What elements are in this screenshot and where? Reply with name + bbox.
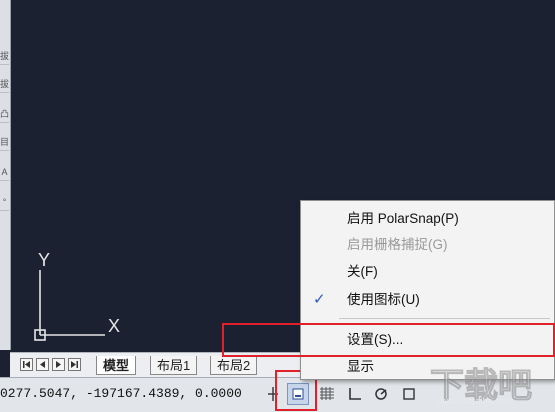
ortho-mode-button[interactable] [344, 383, 366, 405]
next-tab-button[interactable] [52, 358, 65, 371]
toolbar-button-5[interactable]: A [0, 164, 9, 181]
first-tab-button[interactable] [20, 358, 33, 371]
menu-item-enable-polarsnap[interactable]: 启用 PolarSnap(P) [301, 206, 554, 231]
toolbar-button-4[interactable]: 目 [0, 134, 9, 151]
menu-item-settings[interactable]: 设置(S)... [301, 327, 554, 352]
snap-context-menu: 启用 PolarSnap(P) 启用栅格捕捉(G) 关(F) ✓ 使用图标(U)… [300, 200, 555, 380]
first-arrow-icon [23, 361, 30, 368]
grid-icon [320, 387, 334, 400]
snap-mode-button[interactable] [287, 383, 309, 405]
toolbar-button-1[interactable]: 拔 [0, 48, 9, 65]
polar-icon [375, 388, 387, 400]
menu-item-use-icons[interactable]: ✓ 使用图标(U) [301, 287, 554, 312]
toolbar-glyph: A [1, 167, 8, 177]
polar-tracking-button[interactable] [370, 383, 392, 405]
next-arrow-icon [56, 361, 61, 368]
prev-arrow-icon [40, 361, 45, 368]
toolbar-button-3[interactable]: 凸 [0, 106, 9, 123]
toolbar-glyph: 目 [0, 137, 10, 147]
menu-separator [339, 318, 550, 319]
toolbar-glyph: 凸 [0, 109, 10, 119]
check-icon: ✓ [313, 291, 326, 308]
menu-item-display[interactable]: 显示 [301, 354, 554, 379]
crosshair-icon [268, 387, 278, 401]
toolbar-button-6[interactable]: ° [0, 194, 9, 211]
last-arrow-icon [71, 361, 78, 368]
toolbar-glyph: 拔 [0, 51, 10, 61]
status-bar: 0277.5047, -197167.4389, 0.0000 [0, 377, 555, 412]
infer-constraints-button[interactable] [262, 383, 284, 405]
snap-icon [292, 388, 304, 400]
grid-display-button[interactable] [316, 383, 338, 405]
toolbar-glyph: ° [2, 197, 7, 207]
menu-item-off[interactable]: 关(F) [301, 259, 554, 284]
tab-model[interactable]: 模型 [96, 356, 137, 375]
osnap-button[interactable] [398, 383, 420, 405]
toolbar-button-2[interactable]: 拔 [0, 76, 9, 93]
left-toolbar: 拔 拔 凸 目 A ° [0, 0, 11, 350]
coordinate-readout: 0277.5047, -197167.4389, 0.0000 [0, 386, 242, 401]
menu-item-use-icons-label: 使用图标(U) [347, 292, 420, 307]
last-tab-button[interactable] [68, 358, 81, 371]
tab-layout1[interactable]: 布局1 [150, 356, 198, 375]
prev-tab-button[interactable] [36, 358, 49, 371]
ortho-icon [349, 388, 361, 400]
tab-layout2[interactable]: 布局2 [210, 356, 258, 375]
osnap-icon [403, 388, 415, 400]
toolbar-glyph: 拔 [0, 79, 10, 89]
menu-item-enable-grid-snap: 启用栅格捕捉(G) [347, 237, 448, 252]
